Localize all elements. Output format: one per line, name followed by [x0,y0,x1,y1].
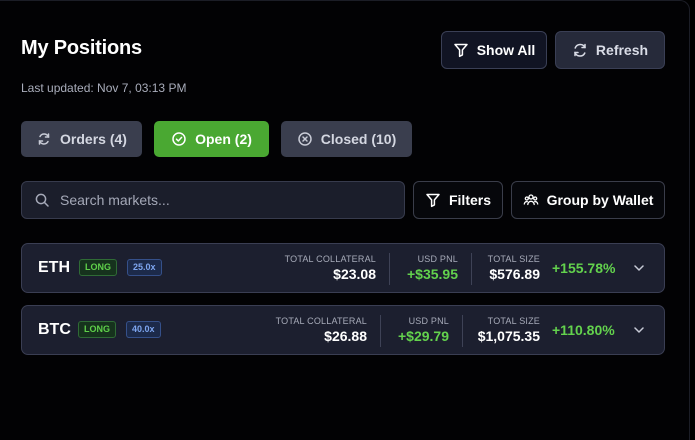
total-collateral-label: TOTAL COLLATERAL [275,316,367,326]
search-box [21,181,405,219]
tab-orders-label: Orders (4) [60,131,127,147]
filter-icon [453,42,469,58]
refresh-button[interactable]: Refresh [555,31,665,69]
total-size-value: $1,075.35 [477,328,540,344]
show-all-label: Show All [476,42,536,58]
leverage-badge: 40.0x [126,321,161,338]
divider [380,315,381,347]
check-circle-icon [171,131,187,147]
usd-pnl-label: USD PNL [417,254,458,264]
chevron-down-icon[interactable] [632,323,646,337]
group-by-wallet-label: Group by Wallet [546,192,654,208]
divider [389,253,390,285]
side-badge: LONG [79,259,117,276]
last-updated-text: Last updated: Nov 7, 03:13 PM [21,81,187,95]
filters-button[interactable]: Filters [413,181,503,219]
position-row-btc[interactable]: BTC LONG 40.0x TOTAL COLLATERAL $26.88 U… [21,305,665,355]
total-size: TOTAL SIZE $576.89 [488,254,540,282]
total-collateral: TOTAL COLLATERAL $26.88 [276,316,367,344]
total-collateral-label: TOTAL COLLATERAL [284,254,376,264]
search-icon [34,192,50,208]
filters-label: Filters [448,192,491,208]
tab-closed-label: Closed (10) [320,131,397,147]
tab-orders[interactable]: Orders (4) [21,121,142,157]
chevron-down-icon[interactable] [632,261,646,275]
total-size-value: $576.89 [489,266,540,282]
refresh-icon [36,131,52,147]
positions-panel: My Positions Last updated: Nov 7, 03:13 … [0,0,690,440]
refresh-icon [572,42,588,58]
position-row-eth[interactable]: ETH LONG 25.0x TOTAL COLLATERAL $23.08 U… [21,243,665,293]
usd-pnl-label: USD PNL [408,316,449,326]
usd-pnl: USD PNL +$29.79 [398,316,449,344]
leverage-badge: 25.0x [127,259,162,276]
total-collateral-value: $26.88 [324,328,367,344]
total-collateral: TOTAL COLLATERAL $23.08 [285,254,376,282]
position-symbol: ETH [38,259,70,276]
tab-closed[interactable]: Closed (10) [281,121,412,157]
tab-open[interactable]: Open (2) [154,121,269,157]
total-collateral-value: $23.08 [333,266,376,282]
pnl-percent: +110.80% [552,322,615,338]
side-badge: LONG [78,321,116,338]
total-size-label: TOTAL SIZE [487,254,540,264]
usd-pnl: USD PNL +$35.95 [407,254,458,282]
x-circle-icon [297,131,313,147]
group-by-wallet-button[interactable]: Group by Wallet [511,181,665,219]
filter-icon [425,192,441,208]
position-symbol: BTC [38,321,71,338]
divider [462,315,463,347]
usd-pnl-value: +$35.95 [407,266,458,282]
divider [471,253,472,285]
search-input[interactable] [58,191,382,209]
show-all-button[interactable]: Show All [441,31,547,69]
page-title: My Positions [21,37,142,59]
users-icon [523,192,539,208]
refresh-label: Refresh [595,42,649,58]
usd-pnl-value: +$29.79 [398,328,449,344]
pnl-percent: +155.78% [552,260,616,276]
total-size-label: TOTAL SIZE [487,316,540,326]
tab-open-label: Open (2) [195,131,252,147]
total-size: TOTAL SIZE $1,075.35 [478,316,540,344]
